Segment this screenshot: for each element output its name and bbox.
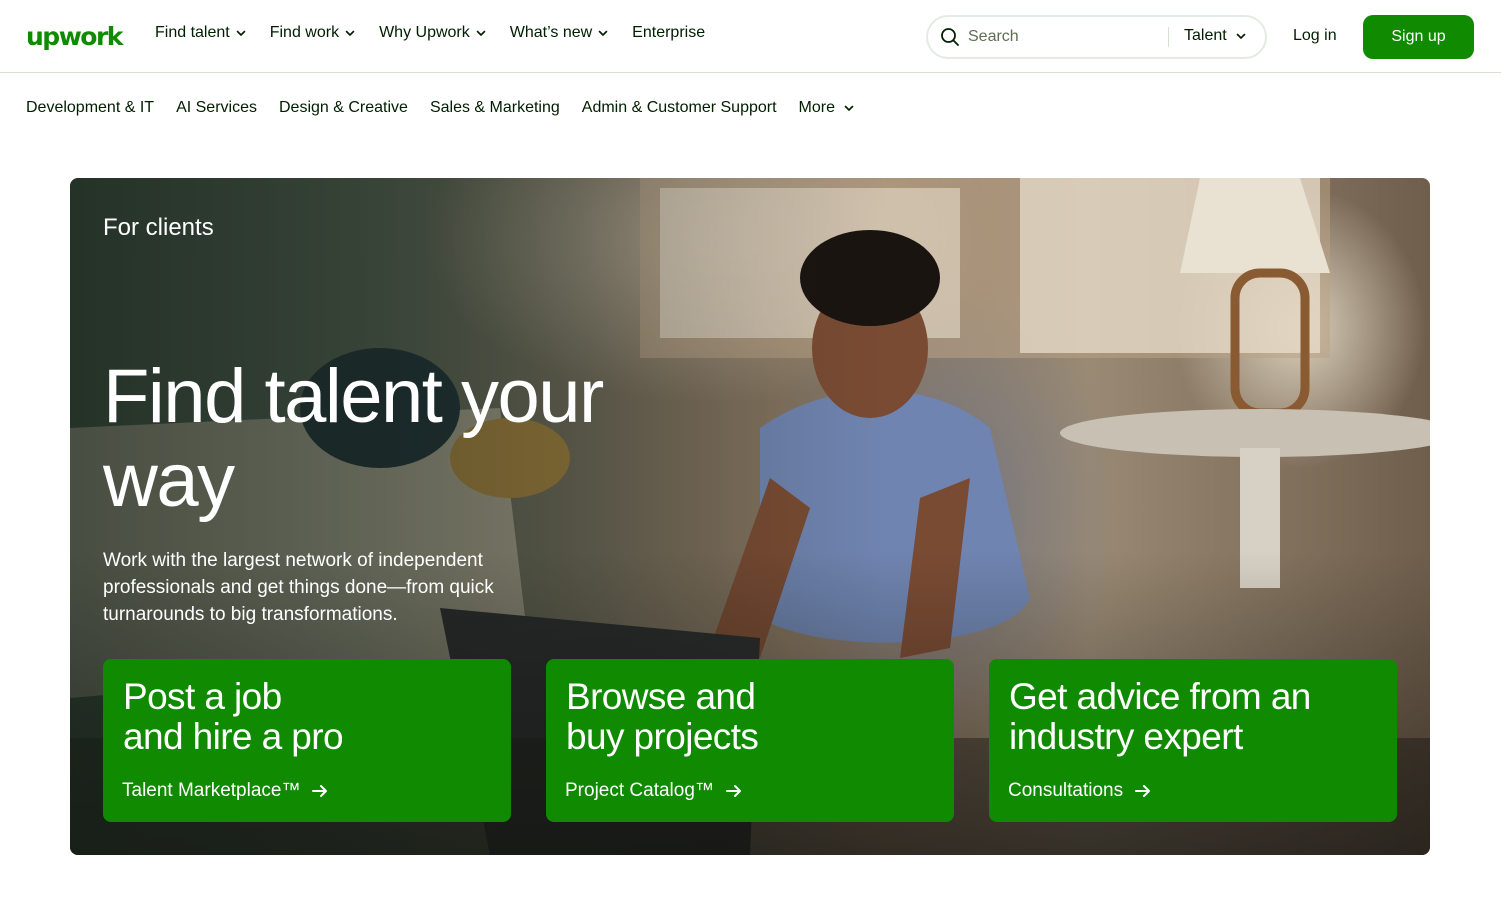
signup-button[interactable]: Sign up: [1363, 15, 1474, 59]
nav-why-upwork[interactable]: Why Upwork: [379, 24, 487, 42]
category-development-it[interactable]: Development & IT: [26, 99, 154, 117]
search-divider: [1168, 27, 1169, 47]
nav-label: Why Upwork: [379, 24, 470, 41]
search-icon[interactable]: [940, 27, 960, 47]
category-design-creative[interactable]: Design & Creative: [279, 99, 408, 117]
nav-label: Find talent: [155, 24, 230, 41]
category-more-label: More: [798, 99, 835, 116]
category-sales-marketing[interactable]: Sales & Marketing: [430, 99, 560, 117]
category-nav: Development & IT AI Services Design & Cr…: [26, 99, 877, 117]
card-link: Talent Marketplace™: [122, 780, 330, 802]
chevron-down-icon: [235, 27, 247, 39]
chevron-down-icon: [344, 27, 356, 39]
search-input[interactable]: [968, 25, 1158, 49]
card-link: Consultations: [1008, 780, 1153, 802]
card-title: Get advice from an industry expert: [1009, 676, 1311, 757]
card-title: Browse and buy projects: [566, 676, 759, 757]
card-link-label: Consultations: [1008, 780, 1124, 801]
hero-section: For clients Find talent your way Work wi…: [70, 178, 1430, 855]
search-box: Talent: [926, 15, 1267, 59]
nav-enterprise[interactable]: Enterprise: [632, 24, 705, 42]
category-more[interactable]: More: [799, 99, 855, 117]
login-link[interactable]: Log in: [1293, 27, 1337, 45]
nav-label: Find work: [269, 24, 340, 41]
nav-label: Enterprise: [632, 24, 706, 41]
chevron-down-icon: [597, 27, 609, 39]
search-type-label: Talent: [1184, 27, 1227, 44]
card-link-label: Talent Marketplace™: [122, 780, 301, 801]
arrow-right-icon: [724, 781, 744, 801]
card-post-job[interactable]: Post a job and hire a pro Talent Marketp…: [103, 659, 511, 822]
nav-find-talent[interactable]: Find talent: [155, 24, 247, 42]
card-link-label: Project Catalog™: [565, 780, 714, 801]
category-admin-support[interactable]: Admin & Customer Support: [582, 99, 777, 117]
card-title: Post a job and hire a pro: [123, 676, 344, 757]
nav-label: What’s new: [509, 24, 593, 41]
card-browse-projects[interactable]: Browse and buy projects Project Catalog™: [546, 659, 954, 822]
card-consultations[interactable]: Get advice from an industry expert Consu…: [989, 659, 1397, 822]
chevron-down-icon: [843, 102, 855, 114]
chevron-down-icon: [1235, 30, 1247, 42]
arrow-right-icon: [310, 781, 330, 801]
main-nav: Find talent Find work Why Upwork What’s …: [155, 24, 728, 42]
upwork-logo[interactable]: upwork: [26, 18, 123, 54]
arrow-right-icon: [1133, 781, 1153, 801]
hero-eyebrow: For clients: [103, 214, 214, 241]
card-link: Project Catalog™: [565, 780, 744, 802]
chevron-down-icon: [475, 27, 487, 39]
nav-find-work[interactable]: Find work: [270, 24, 356, 42]
hero-headline: Find talent your way: [103, 354, 604, 523]
hero-subtitle: Work with the largest network of indepen…: [103, 550, 494, 625]
top-header: upwork Find talent Find work Why Upwork …: [0, 0, 1501, 73]
category-ai-services[interactable]: AI Services: [176, 99, 257, 117]
nav-whats-new[interactable]: What’s new: [510, 24, 609, 42]
search-type-dropdown[interactable]: Talent: [1184, 27, 1247, 45]
